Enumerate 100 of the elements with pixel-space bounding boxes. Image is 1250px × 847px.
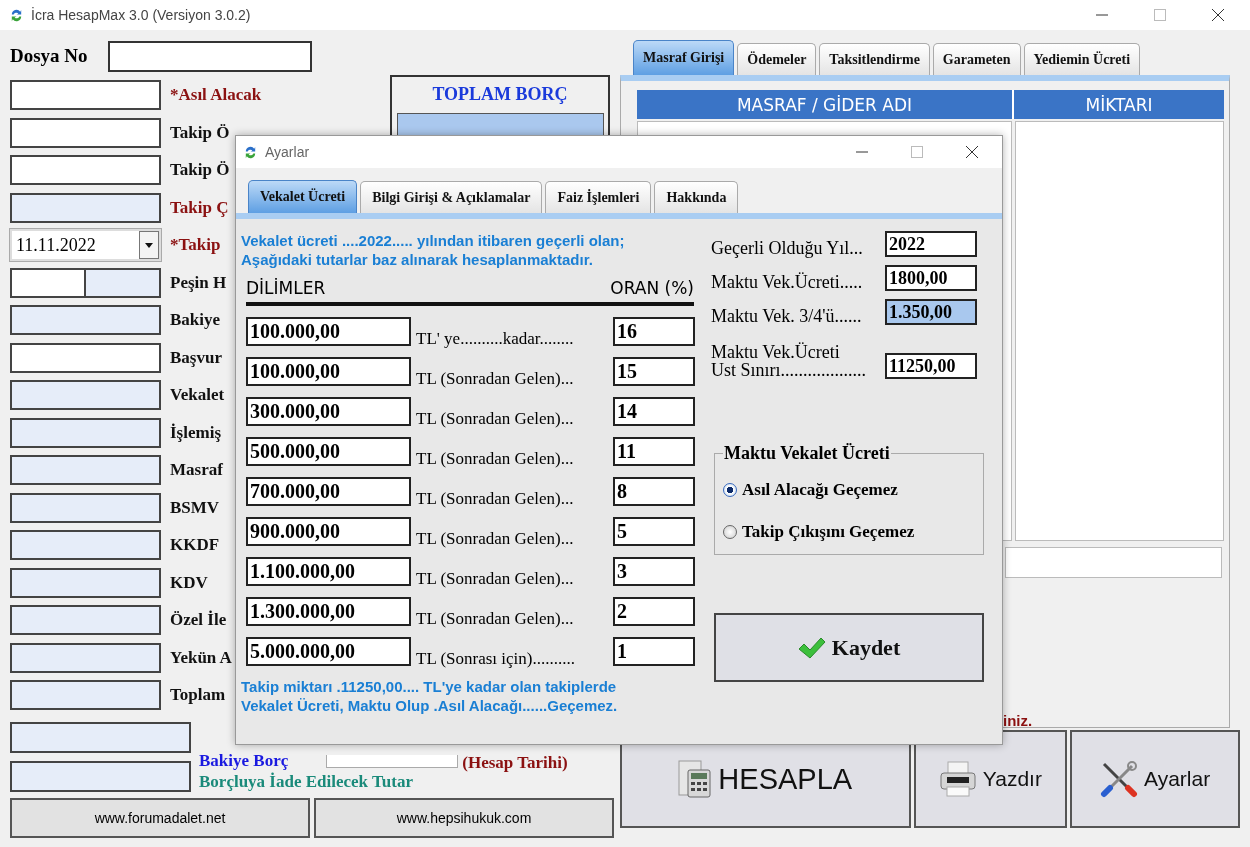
bracket-label: TL (Sonradan Gelen)... <box>416 449 575 469</box>
field-label: Vekalet <box>170 385 225 405</box>
bracket-label: TL (Sonradan Gelen)... <box>416 569 575 589</box>
action-button[interactable]: Ayarlar <box>1070 730 1240 828</box>
date-field[interactable] <box>326 754 459 768</box>
bracket-label: TL' ye..........kadar........ <box>416 329 575 349</box>
input-field[interactable] <box>10 155 161 185</box>
tab[interactable]: Hakkında <box>654 181 739 213</box>
input-field[interactable] <box>86 267 161 298</box>
amount-field[interactable]: 900.000,00 <box>246 517 411 546</box>
radio-button[interactable] <box>723 525 737 539</box>
app-logo-icon <box>243 144 258 160</box>
amount-field[interactable]: 300.000,00 <box>246 397 411 426</box>
field-label: Masraf <box>170 460 223 480</box>
rate-field[interactable]: 2 <box>613 597 695 626</box>
radio-option[interactable]: Takip Çıkışını Geçemez <box>723 522 915 542</box>
input-field[interactable] <box>10 567 161 598</box>
input-field[interactable] <box>10 760 191 792</box>
setting-field[interactable]: 1.350,00 <box>885 299 977 325</box>
column-header: DİLİMLER <box>246 278 326 298</box>
close-icon[interactable] <box>1212 9 1224 21</box>
tab[interactable]: Masraf Girişi <box>633 40 735 75</box>
tab[interactable]: Vekalet Ücreti <box>248 180 358 213</box>
amount-field[interactable]: 500.000,00 <box>246 437 411 466</box>
website-button[interactable]: www.forumadalet.net <box>10 797 310 838</box>
amount-field[interactable]: 100.000,00 <box>246 317 411 346</box>
input-field[interactable] <box>10 305 161 335</box>
input-field[interactable] <box>10 721 191 753</box>
field-label: *Asıl Alacak <box>170 85 262 105</box>
setting-label: Maktu Vek.Ücreti Ust Sınırı................... <box>711 343 867 379</box>
bracket-label: TL (Sonradan Gelen)... <box>416 369 575 389</box>
column-header: MİKTARI <box>1084 93 1154 117</box>
amount-field[interactable]: 700.000,00 <box>246 477 411 506</box>
field-label: Başvur <box>170 347 222 368</box>
dropdown-arrow-icon <box>145 242 153 248</box>
tab[interactable]: Bilgi Girişi & Açıklamalar <box>360 181 543 213</box>
setting-label: Geçerli Olduğu Yıl... <box>711 239 864 257</box>
field-label: Takip Ö <box>170 122 230 143</box>
save-button[interactable]: Kaydet <box>714 613 984 682</box>
rate-field[interactable]: 16 <box>613 317 695 346</box>
date-picker[interactable]: 11.11.2022 <box>10 229 161 261</box>
date-label: (Hesap Tarihi) <box>462 753 568 772</box>
bracket-label: TL (Sonrası için).......... <box>416 649 576 669</box>
bracket-label: TL (Sonradan Gelen)... <box>416 409 575 429</box>
setting-field[interactable]: 1800,00 <box>885 265 977 291</box>
tab[interactable]: Garameten <box>932 43 1021 75</box>
tab[interactable]: Faiz İşlemleri <box>545 181 652 213</box>
amount-field[interactable] <box>1005 547 1222 578</box>
field-label: Toplam <box>170 685 226 705</box>
field-label: Takip Ö <box>170 160 230 180</box>
total-label: Borçluya İade Edilecek Tutar <box>199 772 413 791</box>
total-debt-title: TOPLAM BORÇ <box>432 84 568 105</box>
setting-field[interactable]: 11250,00 <box>885 353 977 379</box>
input-field[interactable] <box>10 680 161 710</box>
column-header: MASRAF / GİDER ADI <box>637 90 1014 119</box>
rate-field[interactable]: 3 <box>613 557 695 586</box>
amount-field[interactable]: 1.300.000,00 <box>246 597 411 626</box>
rate-field[interactable]: 14 <box>613 397 695 426</box>
input-field[interactable] <box>10 342 161 373</box>
input-field[interactable] <box>10 117 161 148</box>
website-button[interactable]: www.hepsihukuk.com <box>314 797 614 838</box>
field-label: KKDF <box>170 535 220 555</box>
rate-field[interactable]: 1 <box>613 637 695 666</box>
amount-field[interactable]: 5.000.000,00 <box>246 637 411 666</box>
input-field[interactable] <box>10 642 161 673</box>
input-field[interactable] <box>10 530 161 560</box>
input-field[interactable] <box>10 192 161 223</box>
amount-field[interactable]: 100.000,00 <box>246 357 411 386</box>
input-field[interactable] <box>10 380 161 410</box>
close-icon[interactable] <box>966 146 978 158</box>
input-field[interactable] <box>10 455 161 485</box>
rate-field[interactable]: 8 <box>613 477 695 506</box>
file-number-label: Dosya No <box>10 45 89 67</box>
rate-field[interactable]: 15 <box>613 357 695 386</box>
info-text: Aşağıdaki tutarlar baz alınarak hesaplanmaktadır. <box>241 250 594 269</box>
input-field[interactable] <box>10 417 161 448</box>
rate-field[interactable]: 11 <box>613 437 695 466</box>
calculator-icon <box>678 760 713 798</box>
setting-field[interactable]: 2022 <box>885 231 977 257</box>
amount-field[interactable]: 1.100.000,00 <box>246 557 411 586</box>
input-field[interactable] <box>10 80 161 110</box>
input-field[interactable] <box>10 492 161 523</box>
rate-field[interactable]: 5 <box>613 517 695 546</box>
checkmark-icon <box>797 635 826 660</box>
radio-option[interactable]: Asıl Alacağı Geçemez <box>723 480 898 500</box>
input-field[interactable] <box>10 605 161 635</box>
tab[interactable]: Taksitlendirme <box>819 43 930 75</box>
file-number-field[interactable] <box>108 40 312 72</box>
tab[interactable]: Yediemin Ücreti <box>1023 43 1141 75</box>
input-field[interactable] <box>10 267 86 298</box>
tools-icon <box>1100 760 1139 798</box>
field-label: İşlemiş <box>170 422 221 443</box>
total-label: Bakiye Borç <box>199 751 289 770</box>
action-button[interactable]: Yazdır <box>913 730 1068 828</box>
dialog-title: Ayarlar <box>265 144 310 160</box>
setting-label: Maktu Vek.Ücreti..... <box>711 273 864 291</box>
app-logo-icon <box>9 7 24 23</box>
radio-button[interactable] <box>723 483 737 497</box>
bracket-label: TL (Sonradan Gelen)... <box>416 609 575 629</box>
tab[interactable]: Ödemeler <box>737 43 817 75</box>
